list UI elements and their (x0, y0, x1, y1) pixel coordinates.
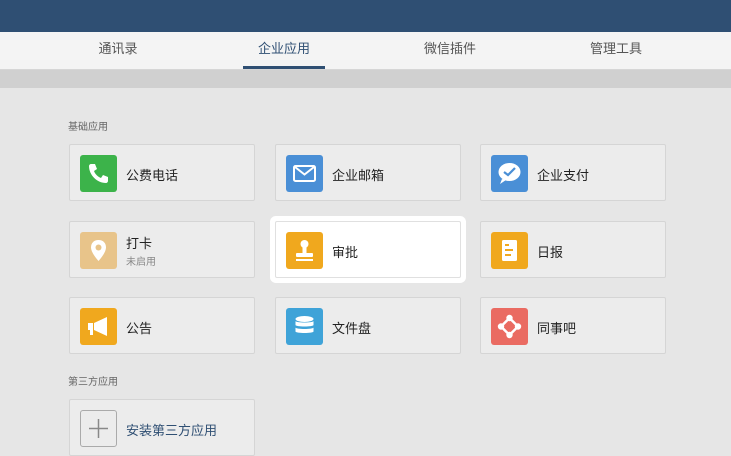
tab-enterprise-apps[interactable]: 企业应用 (244, 32, 324, 69)
app-name: 日报 (537, 246, 564, 261)
app-card-daily-report[interactable]: 日报 (480, 221, 666, 278)
app-name: 公费电话 (126, 169, 179, 184)
active-tab-indicator (243, 66, 325, 69)
megaphone-icon (80, 308, 117, 345)
payment-chat-icon (491, 155, 528, 192)
tab-bar: 通讯录 企业应用 微信插件 管理工具 (0, 32, 731, 70)
app-card-approval[interactable]: 审批 (275, 221, 461, 278)
location-pin-icon (80, 232, 117, 269)
install-label: 安装第三方应用 (126, 424, 218, 439)
app-card-file-drive[interactable]: 文件盘 (275, 297, 461, 354)
install-third-party-app-button[interactable]: 安装第三方应用 (69, 399, 255, 456)
tab-wechat-plugin[interactable]: 微信插件 (410, 32, 490, 69)
section-label-third-party: 第三方应用 (68, 377, 118, 388)
top-bar (0, 0, 731, 32)
app-card-colleague-forum[interactable]: 同事吧 (480, 297, 666, 354)
database-icon (286, 308, 323, 345)
tab-contacts[interactable]: 通讯录 (78, 32, 158, 69)
app-card-check-in[interactable]: 打卡 未启用 (69, 221, 255, 278)
app-card-enterprise-mail[interactable]: 企业邮箱 (275, 144, 461, 201)
app-name: 同事吧 (537, 322, 577, 337)
header-divider (0, 70, 731, 88)
app-name: 审批 (332, 246, 359, 261)
network-icon (491, 308, 528, 345)
stamp-icon (286, 232, 323, 269)
app-card-enterprise-payment[interactable]: 企业支付 (480, 144, 666, 201)
app-name: 企业支付 (537, 169, 590, 184)
app-name: 打卡 (126, 237, 153, 252)
app-name: 文件盘 (332, 322, 372, 337)
section-label-basic: 基础应用 (68, 122, 108, 133)
app-card-announcement[interactable]: 公告 (69, 297, 255, 354)
app-status: 未启用 (126, 257, 156, 268)
tab-admin-tools[interactable]: 管理工具 (576, 32, 656, 69)
app-name: 企业邮箱 (332, 169, 385, 184)
app-card-public-phone[interactable]: 公费电话 (69, 144, 255, 201)
report-icon (491, 232, 528, 269)
app-name: 公告 (126, 322, 153, 337)
mail-icon (286, 155, 323, 192)
plus-icon (80, 410, 117, 447)
phone-icon (80, 155, 117, 192)
